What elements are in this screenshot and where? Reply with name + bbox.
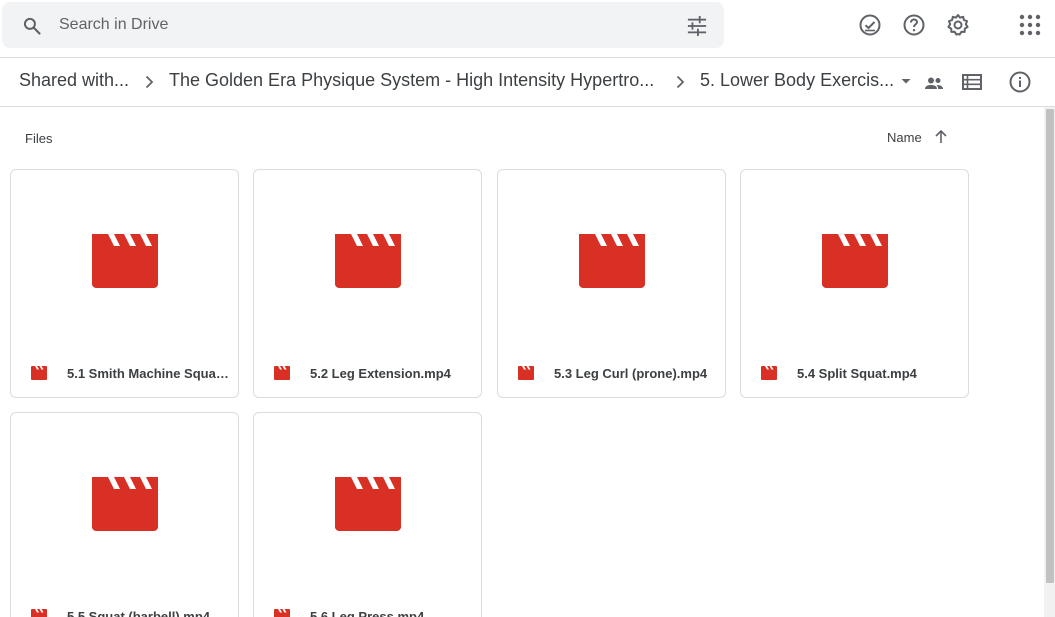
- video-thumbnail-icon: [335, 234, 401, 288]
- breadcrumb-item-current-folder[interactable]: 5. Lower Body Exercis...: [700, 70, 894, 91]
- breadcrumb-item-shared[interactable]: Shared with...: [19, 70, 129, 91]
- file-name: 5.3 Leg Curl (prone).mp4: [554, 366, 708, 381]
- file-card[interactable]: 5.6 Leg Press.mp4: [253, 412, 482, 617]
- video-thumbnail-icon: [335, 477, 401, 531]
- arrow-up-icon[interactable]: [932, 128, 950, 146]
- apps-grid-icon[interactable]: [1018, 13, 1042, 37]
- search-input[interactable]: [59, 12, 659, 38]
- breadcrumb: Shared with... The Golden Era Physique S…: [0, 58, 1055, 107]
- list-view-icon[interactable]: [960, 70, 984, 94]
- file-card[interactable]: 5.1 Smith Machine Squat....: [10, 169, 239, 398]
- help-icon[interactable]: [902, 13, 926, 37]
- files-section-label: Files: [25, 131, 53, 146]
- file-card[interactable]: 5.5 Squat (barbell).mp4: [10, 412, 239, 617]
- video-thumbnail-icon: [579, 234, 645, 288]
- chevron-right-icon: [676, 75, 685, 89]
- sort-by-name-button[interactable]: Name: [887, 130, 922, 145]
- video-file-icon: [31, 366, 47, 380]
- top-bar: [0, 0, 1055, 58]
- video-file-icon: [518, 366, 534, 380]
- offline-ready-icon[interactable]: [858, 13, 882, 37]
- file-name: 5.4 Split Squat.mp4: [797, 366, 917, 381]
- file-card[interactable]: 5.4 Split Squat.mp4: [740, 169, 969, 398]
- people-icon[interactable]: [922, 71, 946, 95]
- search-icon[interactable]: [22, 16, 42, 36]
- scrollbar-thumb[interactable]: [1046, 109, 1054, 583]
- tune-icon[interactable]: [686, 16, 708, 36]
- video-thumbnail-icon: [822, 234, 888, 288]
- video-file-icon: [274, 609, 290, 617]
- chevron-right-icon: [145, 75, 154, 89]
- file-card[interactable]: 5.3 Leg Curl (prone).mp4: [497, 169, 726, 398]
- file-name: 5.6 Leg Press.mp4: [310, 609, 425, 617]
- breadcrumb-item-course[interactable]: The Golden Era Physique System - High In…: [169, 70, 654, 91]
- file-name: 5.1 Smith Machine Squat....: [67, 366, 229, 381]
- file-name: 5.2 Leg Extension.mp4: [310, 366, 451, 381]
- settings-icon[interactable]: [946, 13, 970, 37]
- video-file-icon: [31, 609, 47, 617]
- search-bar[interactable]: [2, 2, 724, 48]
- file-card[interactable]: 5.2 Leg Extension.mp4: [253, 169, 482, 398]
- video-file-icon: [274, 366, 290, 380]
- video-file-icon: [761, 366, 777, 380]
- caret-down-icon[interactable]: [895, 70, 917, 92]
- info-icon[interactable]: [1008, 70, 1032, 94]
- video-thumbnail-icon: [92, 234, 158, 288]
- file-name: 5.5 Squat (barbell).mp4: [67, 609, 211, 617]
- video-thumbnail-icon: [92, 477, 158, 531]
